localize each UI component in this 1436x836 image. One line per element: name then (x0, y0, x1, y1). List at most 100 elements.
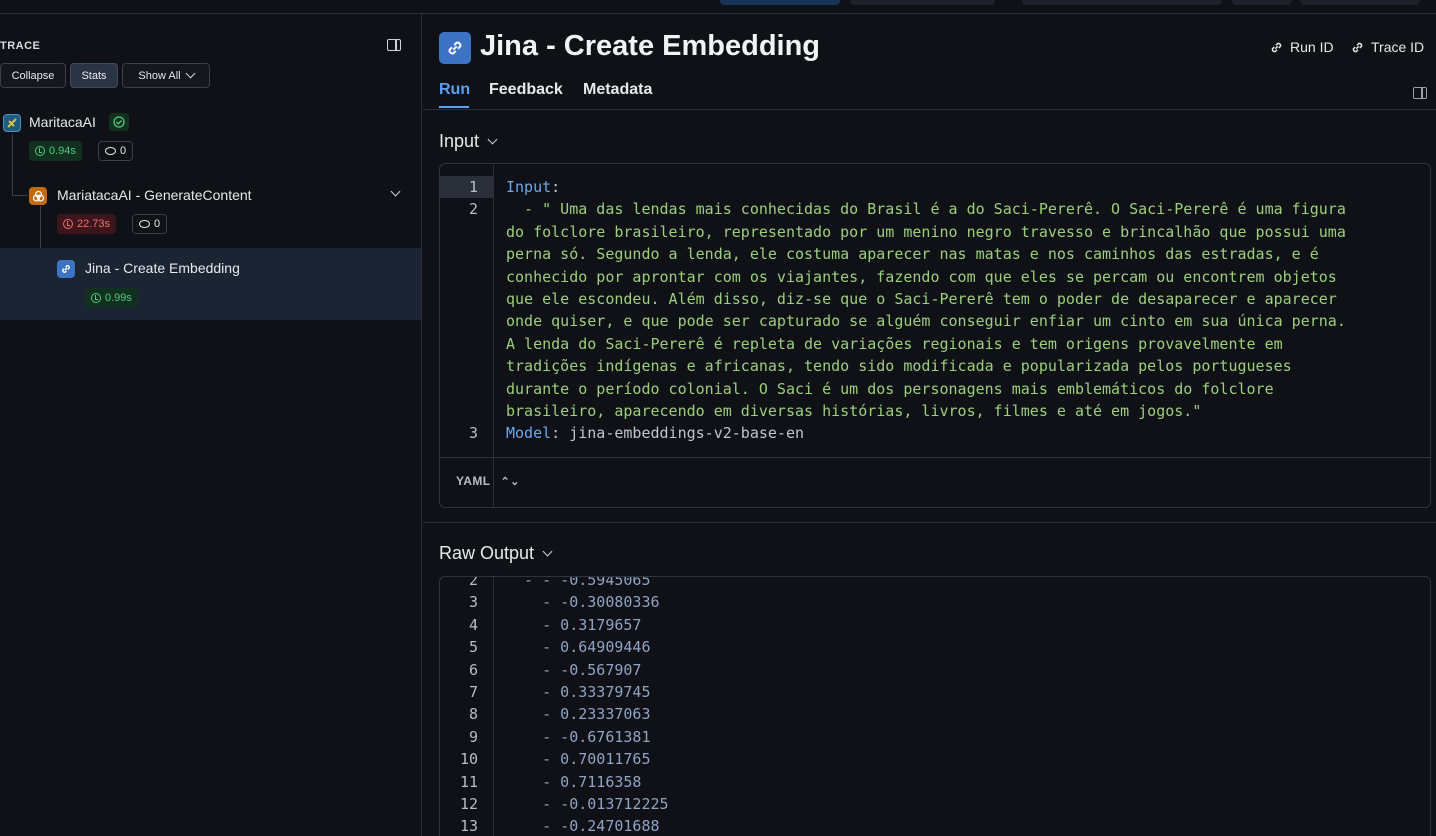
code-text: onde quiser, e que pode ser capturado se… (506, 310, 1346, 332)
clock-icon (63, 219, 73, 229)
line-number: 9 (468, 727, 478, 746)
node-name: MariatacaAI - GenerateContent (57, 187, 252, 203)
page-title: Jina - Create Embedding (480, 30, 821, 62)
yaml-value: - 0.3179657 (506, 615, 642, 634)
toolbar-button[interactable] (1232, 0, 1292, 5)
link-icon (1271, 42, 1282, 52)
yaml-value: - 0.64909446 (506, 638, 651, 657)
yaml-value: que ele escondeu. Além disso, diz-se que… (506, 290, 1337, 308)
yaml-value: - - -0.5945065 (506, 576, 651, 589)
line-number: 3 (468, 593, 478, 612)
code-line: conhecido por aprontar com os viajantes,… (440, 266, 1430, 288)
code-text: - 0.33379745 (506, 681, 650, 703)
code-line: 5 - 0.64909446 (440, 636, 1430, 658)
code-line: onde quiser, e que pode ser capturado se… (440, 310, 1430, 332)
show-all-dropdown[interactable]: Show All (122, 63, 210, 88)
code-text: - -0.6761381 (506, 726, 650, 748)
collapse-button[interactable]: Collapse (0, 63, 66, 88)
yaml-value: jina-embeddings-v2-base-en (569, 424, 805, 443)
panel-toggle-icon[interactable] (387, 39, 401, 51)
code-text: - 0.7116358 (506, 771, 641, 793)
line-number: 11 (459, 772, 478, 791)
tab-metadata[interactable]: Metadata (583, 81, 652, 99)
code-line: brasileiro, aparecendo em diversas histó… (440, 400, 1430, 422)
code-text: - -0.24701688 (506, 815, 660, 836)
code-line: 8 - 0.23337063 (440, 703, 1430, 725)
yaml-value: onde quiser, e que pode ser capturado se… (506, 312, 1346, 331)
yaml-value: do folclore brasileiro, representado por… (506, 222, 1346, 241)
raw-output-section-header[interactable]: Raw Output (439, 543, 553, 564)
raw-output-section-title: Raw Output (439, 543, 535, 563)
raw-output-code-editor[interactable]: 2 - - -0.5945065 3 - -0.30080336 4 - 0.317… (439, 576, 1431, 836)
format-selector[interactable]: YAML ⌃⌄ (440, 457, 1430, 507)
link-icon (1352, 42, 1363, 52)
tree-connector (12, 195, 28, 196)
code-line: 12 - -0.013712225 (440, 793, 1430, 815)
line-number: 13 (459, 817, 478, 836)
code-text: Model: jina-embeddings-v2-base-en (506, 422, 804, 444)
trace-node-jina-selected[interactable] (0, 248, 421, 320)
stats-button[interactable]: Stats (70, 63, 118, 88)
toolbar-button[interactable] (1022, 0, 1222, 5)
code-text: perna só. Segundo a lenda, ele costuma a… (506, 243, 1319, 265)
yaml-key: Input (506, 178, 552, 196)
code-line: 3 - -0.30080336 (440, 591, 1430, 613)
line-number: 2 (468, 200, 478, 219)
line-number: 1 (468, 178, 478, 196)
toolbar-button[interactable] (850, 0, 995, 5)
code-text: do folclore brasileiro, representado por… (506, 221, 1346, 243)
latency-value: 0.94s (49, 145, 76, 157)
trace-panel: TRACE Collapse Stats Show All MaritacaAI… (0, 14, 422, 836)
chevron-down-icon[interactable] (390, 186, 401, 197)
top-toolbar-strip (0, 0, 1436, 14)
toolbar-button[interactable] (1300, 0, 1420, 5)
toolbar-button[interactable] (720, 0, 840, 5)
code-line: tradições indígenas e africanas, tendo s… (440, 355, 1430, 377)
run-id-button[interactable]: Run ID (1269, 39, 1334, 55)
success-check-icon (109, 113, 129, 131)
code-line: 4 - 0.3179657 (440, 614, 1430, 636)
node-name: MaritacaAI (29, 114, 96, 130)
tab-run[interactable]: Run (439, 81, 470, 99)
link-icon (439, 32, 471, 64)
trace-id-button[interactable]: Trace ID (1350, 39, 1424, 55)
yaml-value: - 0.23337063 (506, 705, 651, 724)
code-text: - 0.23337063 (506, 703, 651, 725)
code-text: - -0.013712225 (506, 793, 669, 815)
tab-feedback[interactable]: Feedback (489, 81, 563, 99)
yaml-value: durante o período colonial. O Saci é um … (506, 379, 1274, 398)
section-divider (423, 522, 1436, 523)
format-label: YAML (456, 474, 491, 488)
yaml-value: - -0.24701688 (506, 817, 660, 836)
yaml-value: - -0.30080336 (506, 593, 660, 612)
code-text: Input: (506, 176, 560, 198)
yaml-value: brasileiro, aparecendo em diversas histó… (506, 402, 1202, 420)
panel-toggle-icon[interactable] (1413, 87, 1427, 99)
clock-icon (91, 293, 101, 303)
code-text: - - -0.5945065 (506, 576, 651, 591)
code-line: perna só. Segundo a lenda, ele costuma a… (440, 243, 1430, 265)
code-text: tradições indígenas e africanas, tendo s… (506, 355, 1292, 377)
code-text: - " Uma das lendas mais conhecidas do Br… (506, 198, 1346, 220)
code-line: 7 - 0.33379745 (440, 681, 1430, 703)
line-number: 12 (459, 795, 478, 813)
coin-icon (105, 147, 116, 155)
show-all-label: Show All (138, 69, 181, 82)
input-code-editor[interactable]: 1 Input: 2 - " Uma das lendas mais conheci… (439, 163, 1431, 508)
active-tab-indicator (439, 106, 469, 108)
yaml-value: - -0.013712225 (506, 795, 669, 813)
code-line: 6 - -0.567907 (440, 659, 1430, 681)
yaml-value: conhecido por aprontar com os viajantes,… (506, 267, 1337, 286)
node-name: Jina - Create Embedding (85, 260, 240, 276)
coin-icon (139, 220, 150, 228)
token-value: 0 (154, 218, 161, 230)
code-line: 2 - " Uma das lendas mais conhecidas do … (440, 198, 1430, 220)
code-text: - 0.64909446 (506, 636, 651, 658)
yaml-value: tradições indígenas e africanas, tendo s… (506, 357, 1292, 376)
input-section-header[interactable]: Input (439, 131, 498, 152)
code-text: - -0.567907 (506, 659, 641, 681)
latency-badge: 0.99s (85, 288, 138, 308)
collapse-label: Collapse (11, 69, 55, 82)
tree-connector (12, 134, 13, 196)
latency-value: 0.99s (105, 292, 132, 304)
